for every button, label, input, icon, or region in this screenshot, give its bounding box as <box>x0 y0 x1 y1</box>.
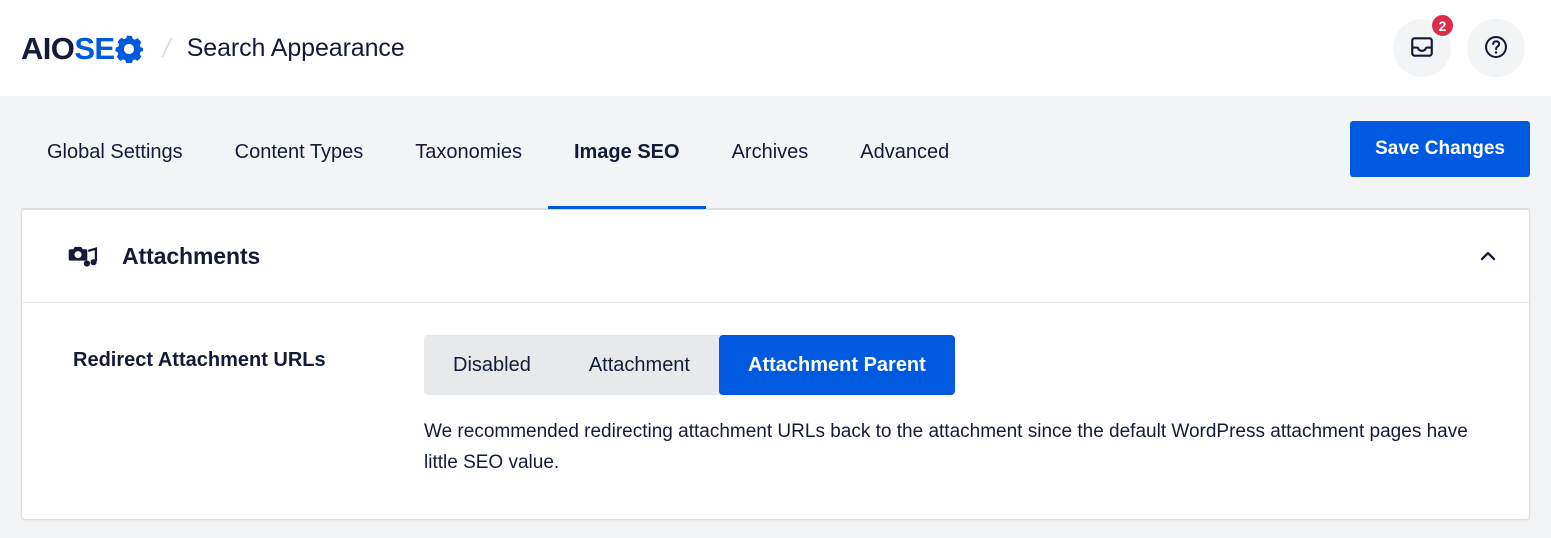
attachments-card-body: Redirect Attachment URLs Disabled Attach… <box>22 303 1529 519</box>
question-circle-icon <box>1483 34 1509 63</box>
tab-label: Image SEO <box>573 141 680 163</box>
logo-text-seo: SE <box>74 30 115 66</box>
segment-option-attachment[interactable]: Attachment <box>560 335 719 395</box>
segment-option-attachment-parent[interactable]: Attachment Parent <box>719 335 955 395</box>
notifications-button[interactable]: 2 <box>1393 13 1455 77</box>
page-title: Search Appearance <box>186 33 405 62</box>
logo-text-aio: AIO <box>21 30 75 66</box>
tab-label: Global Settings <box>47 141 183 163</box>
brand-zone: AIO SE / Search Appearance <box>21 33 405 64</box>
redirect-attachment-urls-description: We recommended redirecting attachment UR… <box>424 421 1468 473</box>
attachments-media-icon <box>68 241 98 271</box>
tab-advanced[interactable]: Advanced <box>834 96 975 209</box>
tab-taxonomies[interactable]: Taxonomies <box>389 96 548 209</box>
save-changes-button[interactable]: Save Changes <box>1350 120 1530 177</box>
attachments-card-header[interactable]: Attachments <box>22 210 1529 303</box>
header-actions: 2 <box>1393 13 1525 77</box>
segment-option-disabled[interactable]: Disabled <box>424 335 560 395</box>
tab-label: Content Types <box>234 141 364 163</box>
breadcrumb-divider: / <box>160 33 174 63</box>
tab-archives[interactable]: Archives <box>706 96 835 209</box>
help-button[interactable] <box>1467 19 1525 77</box>
tab-image-seo[interactable]: Image SEO <box>547 96 706 209</box>
notification-badge: 2 <box>1430 13 1455 38</box>
tabs-nav: Global Settings Content Types Taxonomies… <box>21 96 975 209</box>
tab-global-settings[interactable]: Global Settings <box>21 96 209 209</box>
tabs-bar: Global Settings Content Types Taxonomies… <box>0 96 1551 209</box>
tab-label: Advanced <box>860 141 950 163</box>
card-title: Attachments <box>122 242 261 269</box>
content-area: Attachments Redirect Attachment URLs Dis… <box>0 209 1551 520</box>
app-header: AIO SE / Search Appearance 2 <box>0 0 1551 96</box>
gear-o-icon <box>115 35 144 64</box>
attachments-card: Attachments Redirect Attachment URLs Dis… <box>21 209 1530 520</box>
tab-content-types[interactable]: Content Types <box>209 96 390 209</box>
redirect-attachment-urls-control: Disabled Attachment Attachment Parent We… <box>424 335 1483 479</box>
redirect-attachment-urls-segmented-control[interactable]: Disabled Attachment Attachment Parent <box>424 335 955 395</box>
aioseo-logo[interactable]: AIO SE <box>21 30 144 66</box>
tab-label: Archives <box>731 141 809 163</box>
tab-label: Taxonomies <box>415 141 522 163</box>
redirect-attachment-urls-label: Redirect Attachment URLs <box>73 349 326 371</box>
chevron-up-icon[interactable] <box>1477 245 1499 267</box>
inbox-icon <box>1409 34 1435 63</box>
